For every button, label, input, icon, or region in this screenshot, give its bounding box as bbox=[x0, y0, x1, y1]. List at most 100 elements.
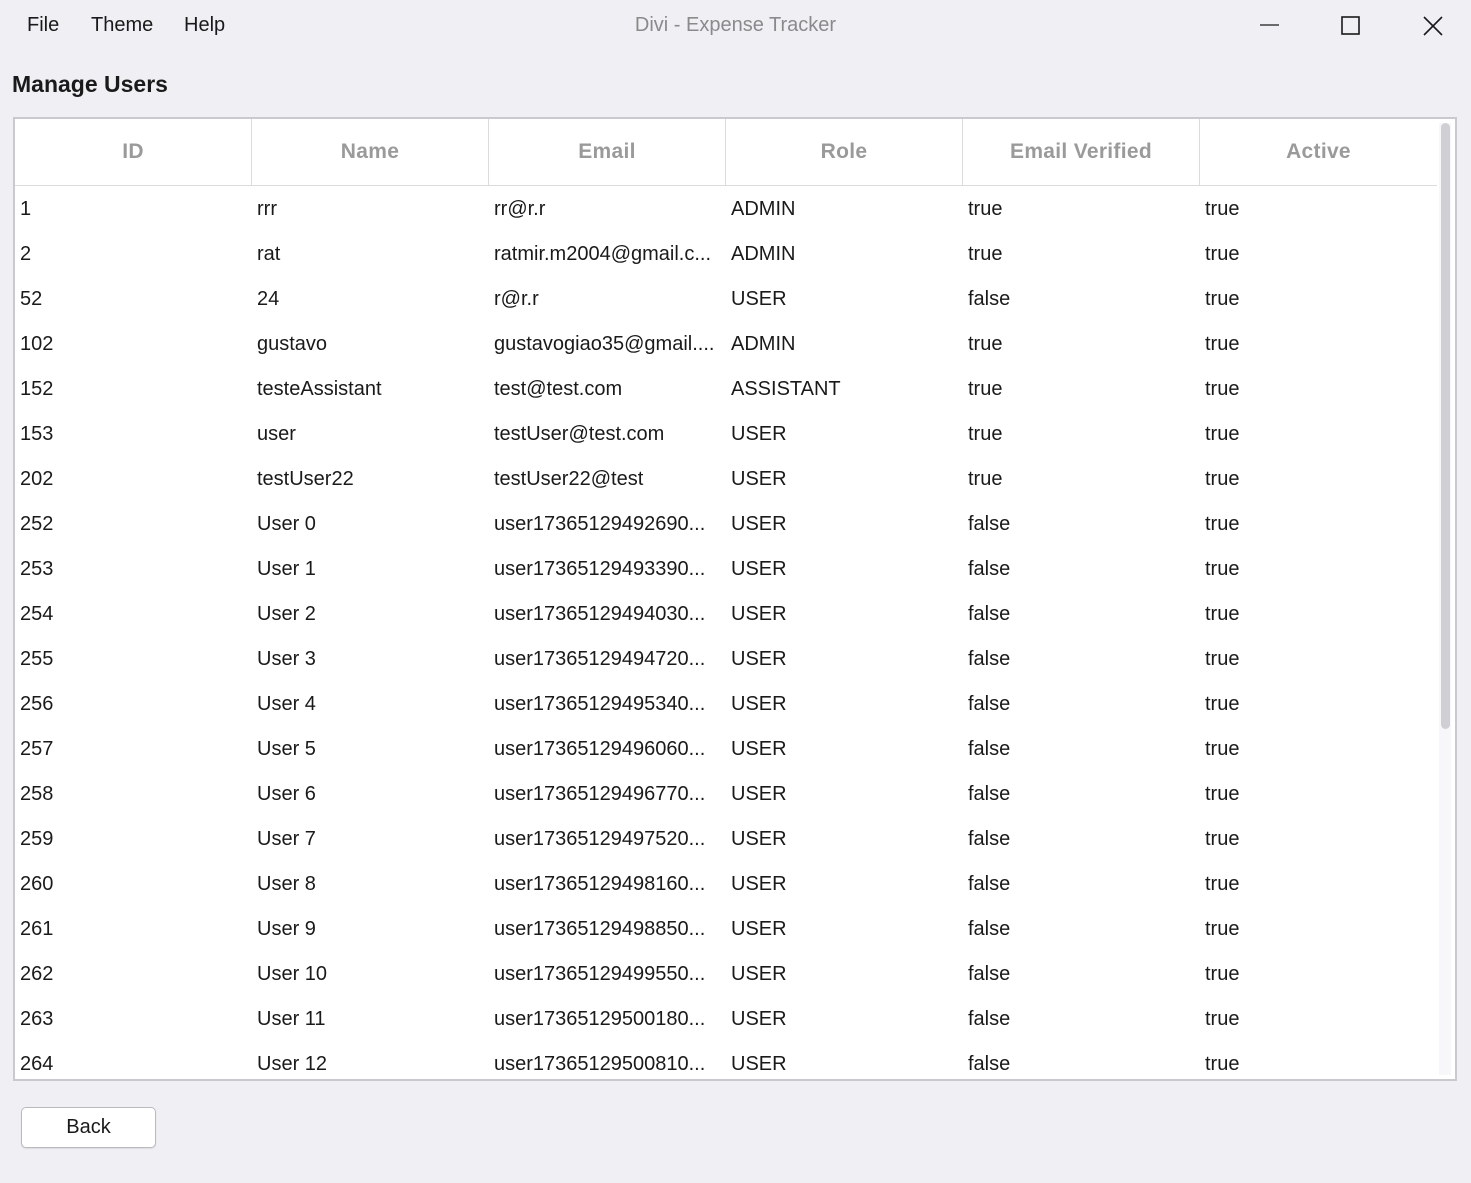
cell-role: USER bbox=[731, 918, 787, 940]
cell-email-verified: false bbox=[968, 603, 1011, 625]
table-row[interactable]: 263 User 11 user17365129500180... USER false… bbox=[15, 997, 1437, 1042]
cell-email-verified: false bbox=[968, 1053, 1011, 1075]
cell-id: 1 bbox=[20, 198, 32, 220]
cell-id: 102 bbox=[20, 333, 54, 355]
cell-role: USER bbox=[731, 468, 787, 490]
cell-id: 253 bbox=[20, 558, 54, 580]
cell-name: User 7 bbox=[257, 828, 316, 850]
table-row[interactable]: 256 User 4 user17365129495340... USER false t… bbox=[15, 682, 1437, 727]
table-row[interactable]: 262 User 10 user17365129499550... USER false… bbox=[15, 952, 1437, 997]
cell-email-verified: false bbox=[968, 1008, 1011, 1030]
back-button[interactable]: Back bbox=[21, 1107, 156, 1148]
cell-email: user17365129492690... bbox=[494, 513, 706, 535]
cell-email: user17365129496770... bbox=[494, 783, 706, 805]
cell-email: user17365129500810... bbox=[494, 1053, 706, 1075]
table-row[interactable]: 52 24 r@r.r USER false true bbox=[15, 277, 1437, 322]
cell-email: user17365129494720... bbox=[494, 648, 706, 670]
cell-email-verified: false bbox=[968, 963, 1011, 985]
cell-name: User 3 bbox=[257, 648, 316, 670]
cell-email-verified: false bbox=[968, 288, 1011, 310]
menu-file[interactable]: File bbox=[27, 14, 59, 37]
column-header-name[interactable]: Name bbox=[252, 119, 489, 185]
table-row[interactable]: 253 User 1 user17365129493390... USER false t… bbox=[15, 547, 1437, 592]
cell-active: true bbox=[1205, 873, 1240, 895]
table-row[interactable]: 261 User 9 user17365129498850... USER false t… bbox=[15, 907, 1437, 952]
table-row[interactable]: 255 User 3 user17365129494720... USER false t… bbox=[15, 637, 1437, 682]
cell-id: 260 bbox=[20, 873, 54, 895]
cell-email-verified: true bbox=[968, 423, 1003, 445]
cell-email: ratmir.m2004@gmail.c... bbox=[494, 243, 712, 265]
cell-role: USER bbox=[731, 1008, 787, 1030]
cell-role: USER bbox=[731, 783, 787, 805]
cell-email: user17365129496060... bbox=[494, 738, 706, 760]
table-row[interactable]: 257 User 5 user17365129496060... USER false t… bbox=[15, 727, 1437, 772]
cell-name: User 1 bbox=[257, 558, 316, 580]
column-header-email-verified[interactable]: Email Verified bbox=[963, 119, 1200, 185]
cell-id: 262 bbox=[20, 963, 54, 985]
cell-name: gustavo bbox=[257, 333, 328, 355]
cell-name: User 10 bbox=[257, 963, 328, 985]
table-row[interactable]: 202 testUser22 testUser22@test USER true true bbox=[15, 457, 1437, 502]
column-header-id[interactable]: ID bbox=[15, 119, 252, 185]
table-row[interactable]: 264 User 12 user17365129500810... USER false… bbox=[15, 1042, 1437, 1079]
close-icon bbox=[1423, 16, 1443, 36]
cell-email-verified: false bbox=[968, 558, 1011, 580]
users-table: ID Name Email Role Email Verified Active… bbox=[13, 117, 1457, 1081]
cell-name: user bbox=[257, 423, 296, 445]
cell-name: User 9 bbox=[257, 918, 316, 940]
cell-role: USER bbox=[731, 873, 787, 895]
column-header-email[interactable]: Email bbox=[489, 119, 726, 185]
table-row[interactable]: 152 testeAssistant test@test.com ASSISTANT t… bbox=[15, 367, 1437, 412]
table-row[interactable]: 254 User 2 user17365129494030... USER false t… bbox=[15, 592, 1437, 637]
table-row[interactable]: 153 user testUser@test.com USER true true bbox=[15, 412, 1437, 457]
cell-active: true bbox=[1205, 963, 1240, 985]
maximize-button[interactable] bbox=[1310, 0, 1394, 52]
minimize-icon bbox=[1260, 24, 1279, 26]
cell-active: true bbox=[1205, 828, 1240, 850]
scrollbar-thumb[interactable] bbox=[1441, 123, 1450, 729]
table-header: ID Name Email Role Email Verified Active bbox=[15, 119, 1437, 186]
cell-active: true bbox=[1205, 918, 1240, 940]
cell-email-verified: true bbox=[968, 468, 1003, 490]
cell-email: user17365129497520... bbox=[494, 828, 706, 850]
title-bar: File Theme Help Divi - Expense Tracker bbox=[0, 0, 1471, 52]
cell-role: USER bbox=[731, 288, 787, 310]
cell-name: rat bbox=[257, 243, 281, 265]
cell-email: user17365129494030... bbox=[494, 603, 706, 625]
table-row[interactable]: 252 User 0 user17365129492690... USER false t… bbox=[15, 502, 1437, 547]
table-row[interactable]: 102 gustavo gustavogiao35@gmail.... ADMIN tr… bbox=[15, 322, 1437, 367]
cell-id: 153 bbox=[20, 423, 54, 445]
cell-name: User 12 bbox=[257, 1053, 328, 1075]
minimize-button[interactable] bbox=[1228, 0, 1312, 52]
cell-name: User 8 bbox=[257, 873, 316, 895]
table-row[interactable]: 259 User 7 user17365129497520... USER false t… bbox=[15, 817, 1437, 862]
cell-name: User 4 bbox=[257, 693, 316, 715]
cell-email-verified: false bbox=[968, 513, 1011, 535]
table-row[interactable]: 1 rrr rr@r.r ADMIN true true bbox=[15, 187, 1437, 232]
cell-name: User 2 bbox=[257, 603, 316, 625]
cell-active: true bbox=[1205, 603, 1240, 625]
table-row[interactable]: 2 rat ratmir.m2004@gmail.c... ADMIN true true bbox=[15, 232, 1437, 277]
cell-id: 254 bbox=[20, 603, 54, 625]
table-row[interactable]: 260 User 8 user17365129498160... USER false t… bbox=[15, 862, 1437, 907]
cell-active: true bbox=[1205, 288, 1240, 310]
cell-active: true bbox=[1205, 468, 1240, 490]
table-row[interactable]: 258 User 6 user17365129496770... USER false t… bbox=[15, 772, 1437, 817]
column-header-role[interactable]: Role bbox=[726, 119, 963, 185]
menu-help[interactable]: Help bbox=[184, 14, 225, 37]
cell-email-verified: false bbox=[968, 828, 1011, 850]
close-button[interactable] bbox=[1392, 0, 1471, 52]
vertical-scrollbar[interactable] bbox=[1439, 123, 1451, 1075]
cell-email-verified: true bbox=[968, 333, 1003, 355]
cell-email: user17365129499550... bbox=[494, 963, 706, 985]
menu-theme[interactable]: Theme bbox=[91, 14, 153, 37]
cell-role: USER bbox=[731, 1053, 787, 1075]
cell-role: ADMIN bbox=[731, 243, 796, 265]
cell-role: ASSISTANT bbox=[731, 378, 841, 400]
cell-email: user17365129498850... bbox=[494, 918, 706, 940]
cell-role: USER bbox=[731, 513, 787, 535]
cell-name: User 11 bbox=[257, 1008, 326, 1030]
column-header-active[interactable]: Active bbox=[1200, 119, 1437, 185]
cell-active: true bbox=[1205, 738, 1240, 760]
maximize-icon bbox=[1341, 16, 1360, 35]
